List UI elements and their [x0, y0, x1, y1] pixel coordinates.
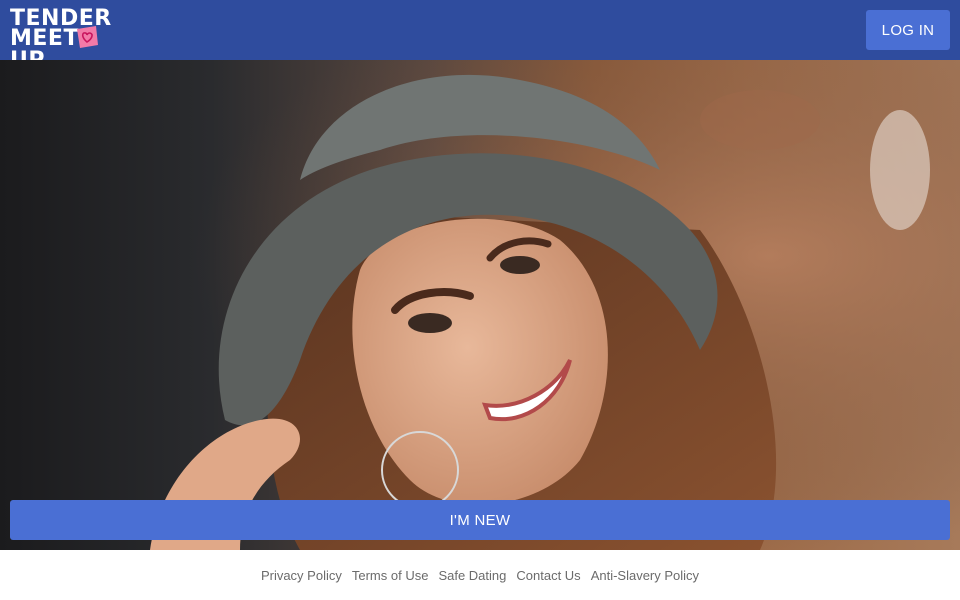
safe-dating-link[interactable]: Safe Dating [438, 568, 506, 583]
top-bar: TENDER MEETUP LOG IN [0, 0, 960, 72]
anti-slavery-policy-link[interactable]: Anti-Slavery Policy [591, 568, 699, 583]
footer-links: Privacy Policy Terms of Use Safe Dating … [0, 550, 960, 600]
im-new-button[interactable]: I'M NEW [10, 500, 950, 540]
terms-of-use-link[interactable]: Terms of Use [352, 568, 429, 583]
login-button[interactable]: LOG IN [866, 10, 950, 50]
heart-note-icon [77, 26, 98, 48]
contact-us-link[interactable]: Contact Us [516, 568, 580, 583]
hero-illustration [0, 60, 960, 550]
privacy-policy-link[interactable]: Privacy Policy [261, 568, 342, 583]
hero-photo: I'M NEW [0, 60, 960, 550]
site-logo[interactable]: TENDER MEETUP [10, 8, 138, 72]
